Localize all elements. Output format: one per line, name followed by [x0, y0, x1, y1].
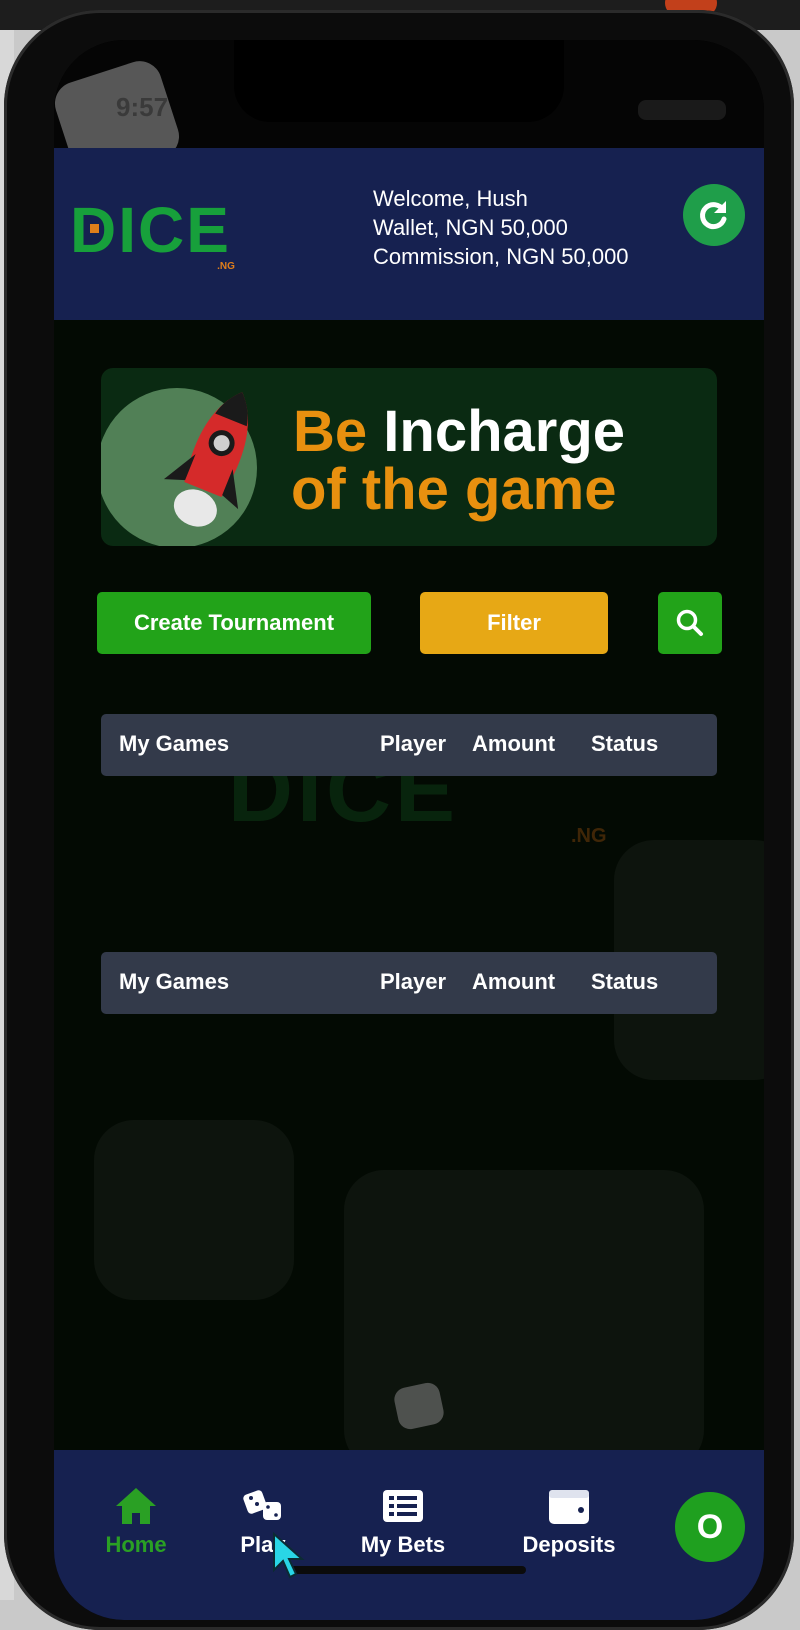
status-bar: 9:57 — [54, 40, 764, 185]
games-table-header-2: My Games Player Amount Status — [101, 952, 717, 1014]
dice-logo: DICE .NG — [70, 194, 235, 272]
avatar[interactable]: O — [675, 1492, 745, 1562]
background-die-image — [344, 1170, 704, 1470]
commission-balance: Commission, NGN 50,000 — [373, 244, 629, 269]
bottom-nav: Home Play My Bets Deposits O — [54, 1450, 764, 1620]
column-amount[interactable]: Amount — [472, 969, 555, 995]
phone-frame: 9:57 DICE .NG Welcome, Hush Wallet, NGN … — [4, 10, 794, 1630]
nav-deposits-label: Deposits — [522, 1532, 616, 1557]
refresh-icon — [700, 201, 727, 230]
nav-my-bets-label: My Bets — [360, 1532, 446, 1557]
column-player[interactable]: Player — [380, 969, 446, 995]
main-content: DICE .NG Be Incharge of the game Create … — [54, 320, 764, 1480]
dice-icon — [243, 1490, 281, 1520]
nav-deposits[interactable]: Deposits — [504, 1486, 634, 1558]
column-my-games[interactable]: My Games — [119, 969, 229, 995]
account-summary: Welcome, Hush Wallet, NGN 50,000 Commiss… — [373, 184, 629, 271]
home-icon — [116, 1488, 156, 1524]
nav-play[interactable]: Play — [198, 1486, 328, 1558]
camera-notch — [234, 40, 564, 122]
create-tournament-button[interactable]: Create Tournament — [97, 592, 371, 654]
column-status[interactable]: Status — [591, 969, 658, 995]
wallet-icon — [549, 1490, 589, 1524]
column-player[interactable]: Player — [380, 731, 446, 757]
list-icon — [383, 1490, 423, 1522]
phone-screen: 9:57 DICE .NG Welcome, Hush Wallet, NGN … — [54, 40, 764, 1620]
refresh-button[interactable] — [683, 184, 745, 246]
search-icon — [676, 609, 703, 636]
filter-button[interactable]: Filter — [420, 592, 608, 654]
nav-home-label: Home — [105, 1532, 167, 1557]
status-icons — [638, 100, 726, 120]
nav-home[interactable]: Home — [71, 1486, 201, 1558]
background-die-image — [94, 1120, 294, 1300]
rocket-icon — [163, 392, 248, 527]
welcome-text: Welcome, Hush — [373, 186, 528, 211]
column-amount[interactable]: Amount — [472, 731, 555, 757]
nav-my-bets[interactable]: My Bets — [338, 1486, 468, 1558]
banner-word-incharge: Incharge — [383, 399, 626, 464]
games-table-header: My Games Player Amount Status — [101, 714, 717, 776]
mouse-cursor-icon — [273, 1532, 305, 1579]
promo-banner[interactable]: Be Incharge of the game — [101, 368, 717, 546]
column-status[interactable]: Status — [591, 731, 658, 757]
home-indicator — [290, 1566, 526, 1574]
banner-word-be: Be — [293, 399, 368, 464]
search-button[interactable] — [658, 592, 722, 654]
app-header: DICE .NG Welcome, Hush Wallet, NGN 50,00… — [54, 148, 764, 320]
column-my-games[interactable]: My Games — [119, 731, 229, 757]
banner-line2: of the game — [291, 457, 617, 522]
status-time: 9:57 — [116, 92, 169, 122]
wallet-balance: Wallet, NGN 50,000 — [373, 215, 568, 240]
background-watermark-suffix: .NG — [571, 825, 607, 847]
